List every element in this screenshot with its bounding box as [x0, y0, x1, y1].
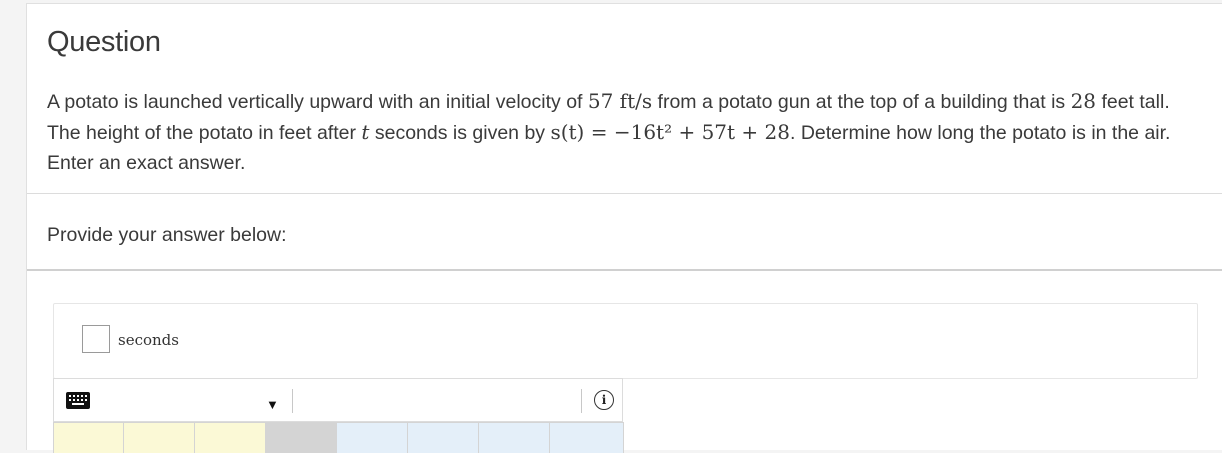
toolbar-divider	[292, 389, 293, 413]
keyboard-icon[interactable]	[66, 392, 90, 409]
keypad-key[interactable]	[550, 422, 624, 453]
question-text: A potato is launched vertically upward w…	[47, 86, 1207, 178]
question-text-part-2: from a potato gun at the top of a buildi…	[652, 91, 1071, 113]
divider	[27, 193, 1222, 194]
toolbar-divider	[581, 389, 582, 413]
keypad-key[interactable]	[124, 422, 195, 453]
triangle-down-icon[interactable]: ▼	[266, 397, 279, 412]
question-card: Question A potato is launched vertically…	[26, 3, 1222, 453]
keypad-key[interactable]	[408, 422, 479, 453]
keypad-key[interactable]	[195, 422, 266, 453]
answer-area: seconds	[53, 303, 1198, 379]
keypad-key[interactable]	[53, 422, 124, 453]
answer-input[interactable]	[82, 325, 110, 353]
question-text-part-1: A potato is launched vertically upward w…	[47, 91, 588, 113]
velocity-math: 57 ft/s	[587, 89, 653, 113]
question-title: Question	[47, 26, 161, 58]
info-icon[interactable]: i	[594, 390, 614, 410]
answer-prompt: Provide your answer below:	[47, 224, 287, 246]
height-formula: s(t) = −16t² + 57t + 28	[550, 120, 790, 144]
keypad-key[interactable]	[479, 422, 550, 453]
keypad	[53, 422, 624, 453]
question-text-part-4: seconds is given by	[369, 122, 551, 144]
height-math: 28	[1070, 89, 1097, 113]
unit-label: seconds	[118, 331, 179, 349]
keypad-key[interactable]	[266, 422, 337, 453]
divider	[27, 269, 1222, 271]
math-toolbar: ▼ i	[53, 378, 623, 422]
keypad-key[interactable]	[337, 422, 408, 453]
